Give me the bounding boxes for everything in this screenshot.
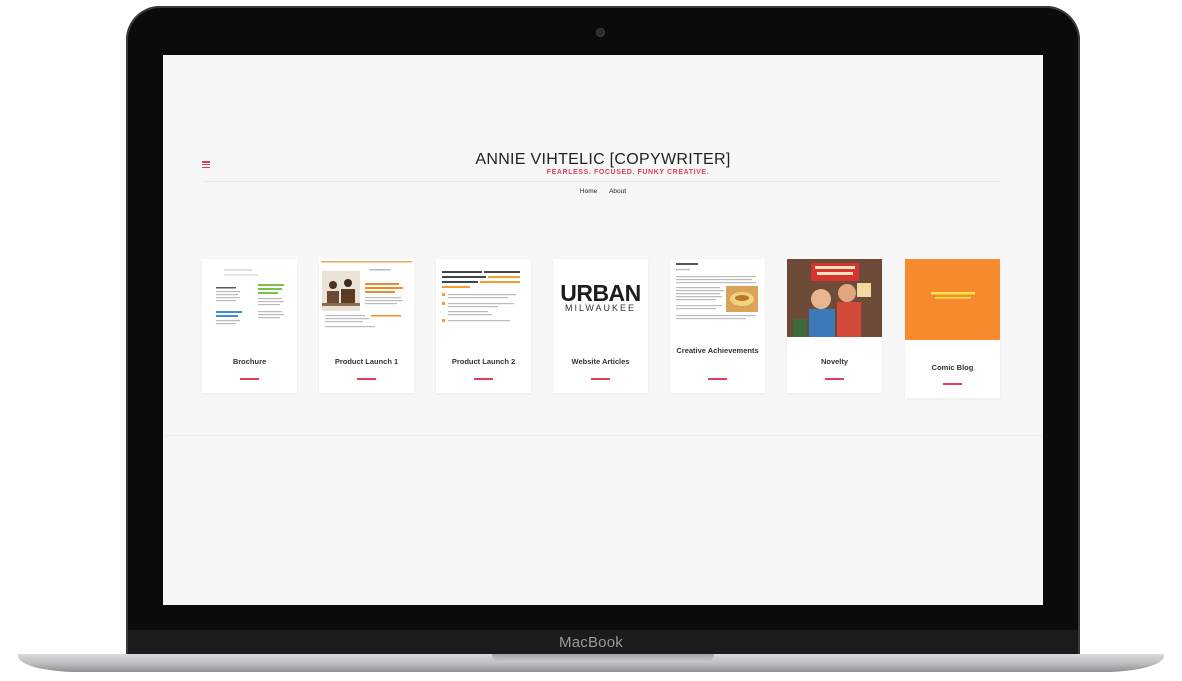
card-label: Comic Blog bbox=[931, 363, 974, 372]
site-tagline: FEARLESS. FOCUSED. FUNKY CREATIVE. bbox=[546, 169, 710, 176]
portfolio-card-product-launch-2[interactable]: Product Launch 2 bbox=[436, 259, 531, 393]
card-label: Novelty bbox=[820, 357, 849, 366]
card-underline bbox=[708, 378, 727, 380]
product-launch-2-thumbnail bbox=[436, 259, 531, 337]
camera-icon bbox=[597, 29, 604, 36]
laptop-notch bbox=[492, 654, 714, 662]
card-underline bbox=[943, 383, 962, 385]
portfolio-card-creative-achievements[interactable]: Creative Achievements bbox=[670, 259, 765, 393]
urban-logo-subtext: MILWAUKEE bbox=[564, 303, 636, 313]
card-underline bbox=[474, 378, 493, 380]
browser-screen: ANNIE VIHTELIC [COPYWRITER] FEARLESS. FO… bbox=[163, 55, 1043, 605]
portfolio-card-novelty[interactable]: Novelty bbox=[787, 259, 882, 393]
nav-about[interactable]: About bbox=[609, 188, 626, 195]
card-label: Product Launch 1 bbox=[334, 357, 399, 366]
card-underline bbox=[357, 378, 376, 380]
portfolio-card-brochure[interactable]: Brochure bbox=[202, 259, 297, 393]
card-label: Product Launch 2 bbox=[451, 357, 516, 366]
card-underline bbox=[825, 378, 844, 380]
card-label: Brochure bbox=[232, 357, 267, 366]
website-articles-thumbnail: URBAN MILWAUKEE bbox=[553, 259, 648, 337]
content-divider bbox=[163, 435, 1043, 436]
main-nav: Home About bbox=[163, 188, 1043, 195]
portfolio-card-website-articles[interactable]: URBAN MILWAUKEE Website Articles bbox=[553, 259, 648, 393]
portfolio-card-comic-blog[interactable]: Comic Blog bbox=[905, 259, 1000, 398]
brochure-thumbnail bbox=[202, 259, 297, 337]
card-underline bbox=[240, 378, 259, 380]
card-label: Creative Achievements bbox=[676, 346, 759, 355]
header-divider bbox=[203, 181, 999, 182]
novelty-thumbnail bbox=[787, 259, 882, 337]
portfolio-card-product-launch-1[interactable]: Product Launch 1 bbox=[319, 259, 414, 393]
creative-achievements-thumbnail bbox=[670, 259, 765, 337]
card-label: Website Articles bbox=[571, 357, 630, 366]
site-title[interactable]: ANNIE VIHTELIC [COPYWRITER] bbox=[163, 151, 1043, 169]
card-underline bbox=[591, 378, 610, 380]
device-brand: MacBook bbox=[559, 634, 623, 651]
nav-home[interactable]: Home bbox=[580, 188, 597, 195]
comic-blog-thumbnail bbox=[905, 259, 1000, 340]
product-launch-1-thumbnail bbox=[319, 259, 414, 337]
